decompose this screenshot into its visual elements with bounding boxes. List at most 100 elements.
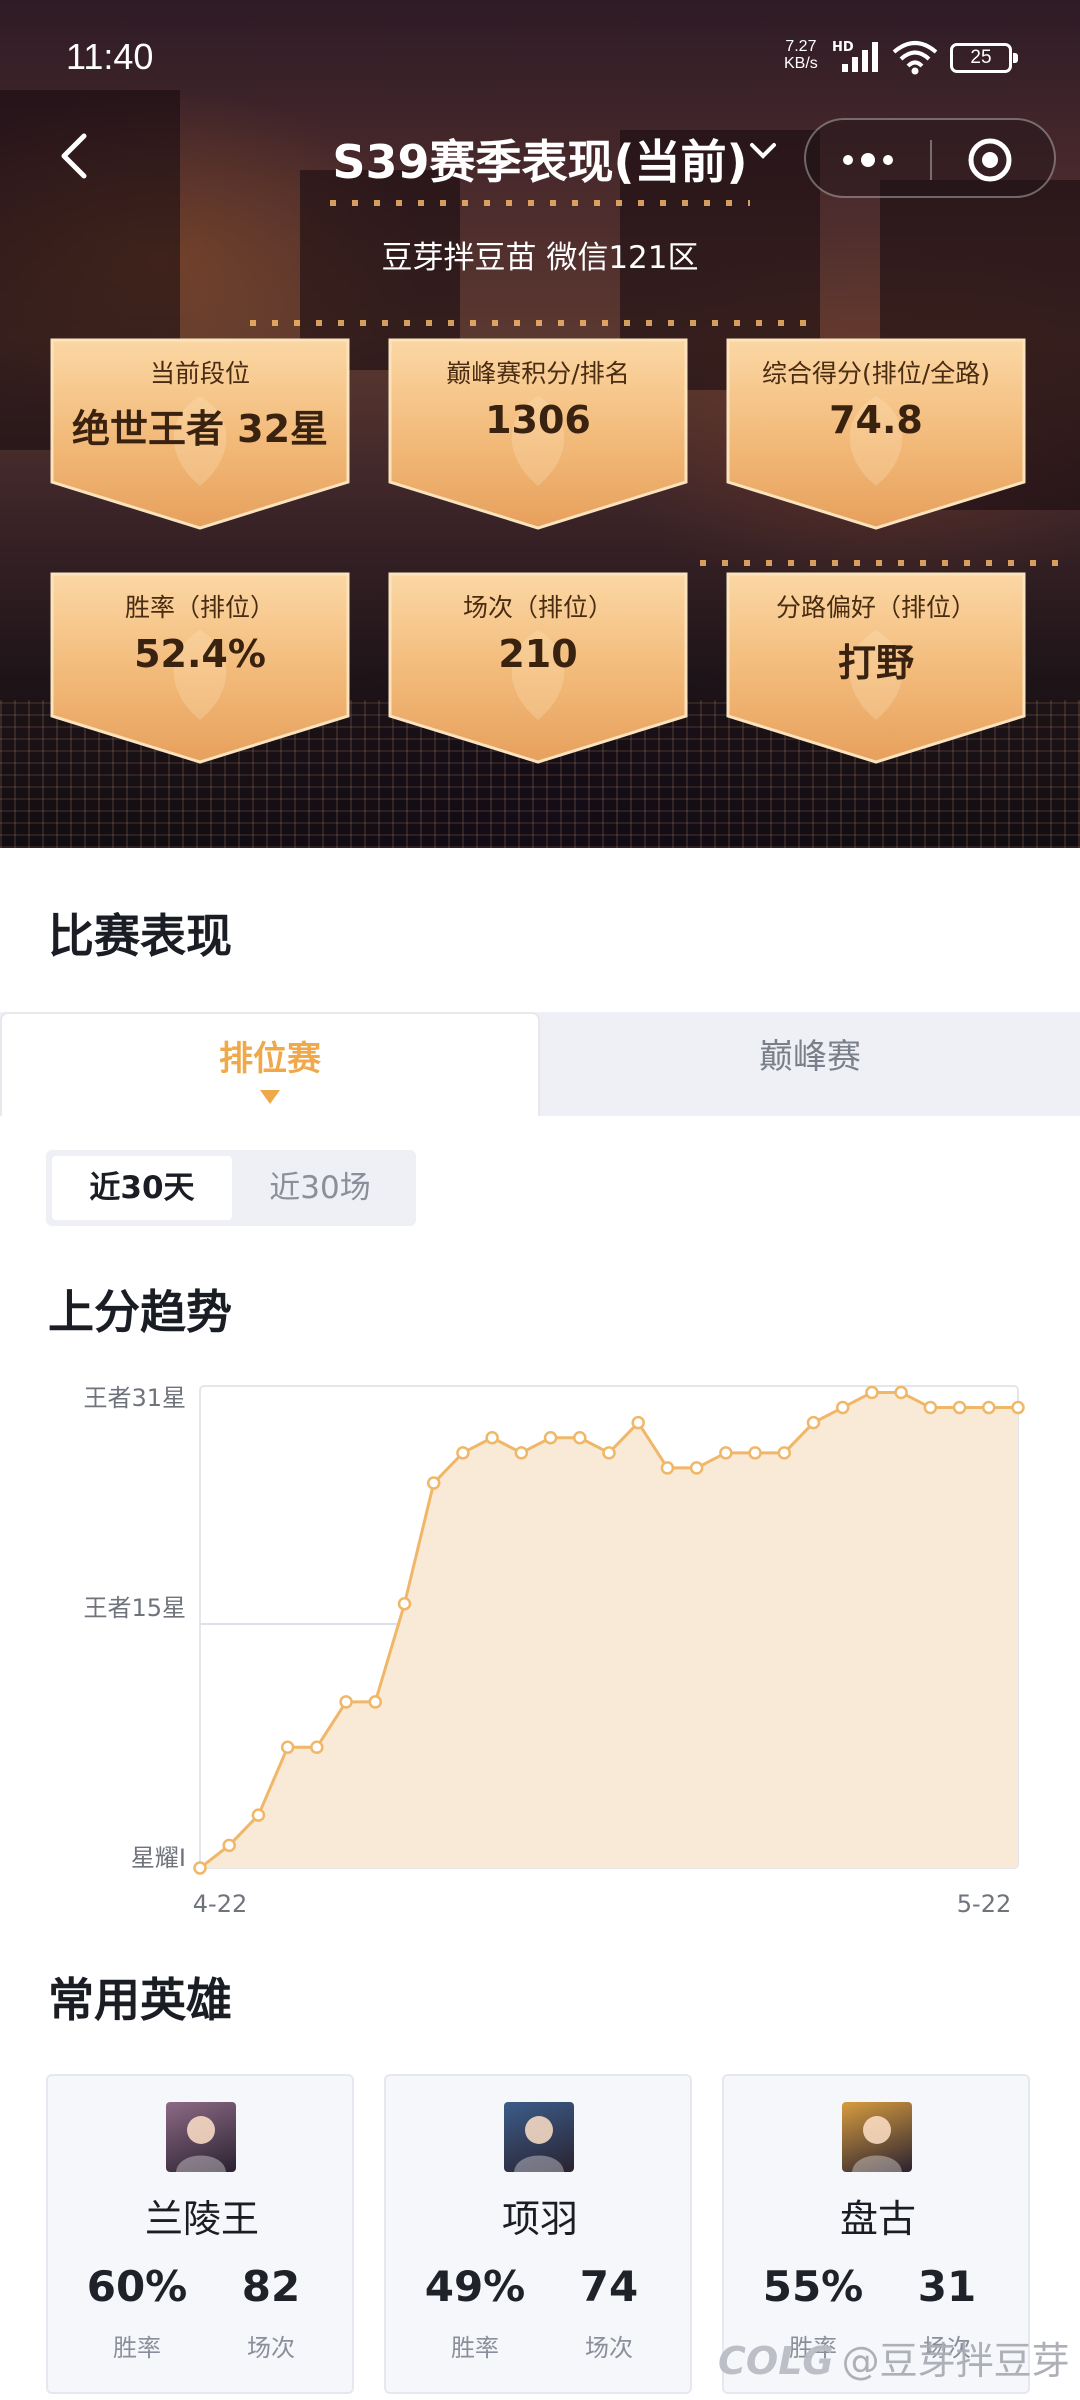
y-tick-label: 王者31星 bbox=[83, 1384, 186, 1412]
trend-point bbox=[602, 1446, 616, 1460]
battery-indicator: 25 bbox=[950, 43, 1018, 73]
hero-name: 盘古 bbox=[839, 2197, 916, 2241]
background-lights bbox=[250, 320, 810, 326]
tab-ranked-label: 排位赛 bbox=[219, 1039, 321, 1079]
season-selector[interactable] bbox=[290, 126, 790, 186]
trend-point bbox=[835, 1400, 850, 1415]
trend-point bbox=[339, 1695, 353, 1709]
network-speed-value: 7.27 bbox=[785, 38, 817, 55]
hero-card[interactable]: 兰陵王 60% 82 胜率 场次 bbox=[46, 2074, 354, 2394]
background-lights bbox=[330, 200, 750, 206]
hero-winrate-label: 胜率 bbox=[113, 2334, 161, 2362]
watermark: COLG @豆芽拌豆芽 bbox=[718, 2330, 1070, 2385]
trend-point bbox=[310, 1740, 324, 1754]
hero-portrait-icon bbox=[514, 2116, 564, 2172]
stat-value: 210 bbox=[498, 632, 578, 676]
hero-winrate: 49% bbox=[424, 2262, 526, 2311]
trend-point bbox=[894, 1385, 908, 1400]
range-toggle: 近30天 近30场 bbox=[46, 1150, 416, 1226]
y-tick-label: 王者15星 bbox=[83, 1594, 186, 1622]
watermark-text: @豆芽拌豆芽 bbox=[841, 2339, 1070, 2383]
stat-value: 打野 bbox=[837, 641, 914, 685]
rank-trend-chart: 星耀I 王者15星 王者31星 4-22 5-22 bbox=[83, 1384, 1025, 1918]
range-30-matches[interactable]: 近30场 bbox=[230, 1156, 410, 1220]
trend-point bbox=[222, 1838, 236, 1853]
trend-point bbox=[865, 1385, 879, 1400]
close-miniprogram-icon[interactable] bbox=[966, 136, 1014, 184]
stat-badge: 综合得分(排位/全路) 74.8 bbox=[722, 336, 1030, 532]
trend-point bbox=[193, 1861, 207, 1875]
stat-badge: 胜率（排位） 52.4% bbox=[46, 570, 354, 766]
header-banner: 11:40 7.27 KB/s HD 25 S39赛季表现(当前) 豆芽拌豆苗 … bbox=[0, 0, 1080, 848]
stat-label: 巅峰赛积分/排名 bbox=[446, 359, 630, 388]
x-tick-label: 5-22 bbox=[957, 1890, 1011, 1918]
hero-winrate: 60% bbox=[86, 2262, 188, 2311]
trend-point bbox=[748, 1446, 762, 1460]
tab-peak[interactable]: 巅峰赛 bbox=[540, 1012, 1080, 1116]
chevron-down-icon[interactable] bbox=[748, 140, 778, 162]
tab-ranked[interactable]: 排位赛 bbox=[0, 1012, 540, 1116]
hero-portrait-icon bbox=[176, 2116, 226, 2172]
trend-point bbox=[251, 1808, 266, 1822]
hero-card[interactable]: 项羽 49% 74 胜率 场次 bbox=[384, 2074, 692, 2394]
status-time: 11:40 bbox=[66, 36, 154, 77]
hero-games: 74 bbox=[579, 2262, 639, 2311]
player-account: 豆芽拌豆苗 微信121区 bbox=[381, 240, 699, 276]
miniprogram-capsule bbox=[804, 118, 1056, 198]
stat-value: 52.4% bbox=[134, 632, 266, 676]
tab-peak-label: 巅峰赛 bbox=[759, 1037, 861, 1077]
trend-point bbox=[719, 1446, 733, 1460]
trend-title: 上分趋势 bbox=[48, 1285, 232, 1339]
capsule-divider bbox=[930, 140, 932, 180]
match-type-tabs: 排位赛 巅峰赛 bbox=[0, 1012, 1080, 1116]
hero-winrate-label: 胜率 bbox=[451, 2334, 499, 2362]
hero-avatar bbox=[842, 2102, 912, 2172]
stat-badge: 当前段位 绝世王者 32星 bbox=[46, 336, 354, 532]
stat-badge: 分路偏好（排位） 打野 bbox=[722, 570, 1030, 766]
x-tick-label: 4-22 bbox=[193, 1890, 247, 1918]
trend-point bbox=[631, 1415, 645, 1430]
trend-point bbox=[982, 1400, 996, 1415]
watermark-logo: COLG bbox=[718, 2339, 834, 2383]
hero-name: 兰陵王 bbox=[144, 2197, 259, 2241]
trend-point bbox=[777, 1446, 792, 1460]
hero-avatar bbox=[504, 2102, 574, 2172]
hero-games-label: 场次 bbox=[585, 2334, 633, 2362]
stat-label: 场次（排位） bbox=[462, 593, 613, 622]
stat-label: 分路偏好（排位） bbox=[775, 593, 976, 622]
trend-point bbox=[456, 1446, 470, 1460]
trend-point bbox=[1011, 1400, 1025, 1415]
y-tick-label: 星耀I bbox=[131, 1844, 186, 1872]
stat-value: 74.8 bbox=[829, 398, 923, 442]
back-arrow-icon[interactable] bbox=[52, 128, 102, 184]
background-lights bbox=[700, 560, 1060, 566]
trend-point bbox=[689, 1461, 704, 1475]
trend-point bbox=[660, 1461, 675, 1475]
hero-avatar bbox=[166, 2102, 236, 2172]
trend-point bbox=[573, 1430, 587, 1445]
performance-section-title: 比赛表现 bbox=[48, 909, 232, 963]
trend-point bbox=[368, 1695, 383, 1709]
hero-games-label: 场次 bbox=[247, 2334, 295, 2362]
heroes-section-title: 常用英雄 bbox=[48, 1973, 232, 2027]
hero-games: 82 bbox=[241, 2262, 301, 2311]
trend-point bbox=[397, 1597, 412, 1611]
hero-name: 项羽 bbox=[501, 2197, 578, 2241]
trend-point bbox=[543, 1430, 558, 1445]
stat-value: 1306 bbox=[485, 398, 591, 442]
trend-point bbox=[952, 1400, 967, 1415]
trend-point bbox=[280, 1740, 295, 1754]
more-icon[interactable] bbox=[836, 140, 900, 180]
signal-icon bbox=[842, 42, 878, 72]
network-speed-unit: KB/s bbox=[784, 55, 818, 72]
stat-badge: 场次（排位） 210 bbox=[384, 570, 692, 766]
range-30-days[interactable]: 近30天 bbox=[52, 1156, 232, 1220]
trend-point bbox=[923, 1400, 938, 1415]
hero-winrate: 55% bbox=[762, 2262, 864, 2311]
stat-badge: 巅峰赛积分/排名 1306 bbox=[384, 336, 692, 532]
trend-point bbox=[426, 1476, 441, 1490]
trend-point bbox=[485, 1430, 499, 1445]
network-speed: 7.27 KB/s bbox=[784, 38, 818, 72]
hero-games: 31 bbox=[917, 2262, 977, 2311]
hero-portrait-icon bbox=[852, 2116, 902, 2172]
